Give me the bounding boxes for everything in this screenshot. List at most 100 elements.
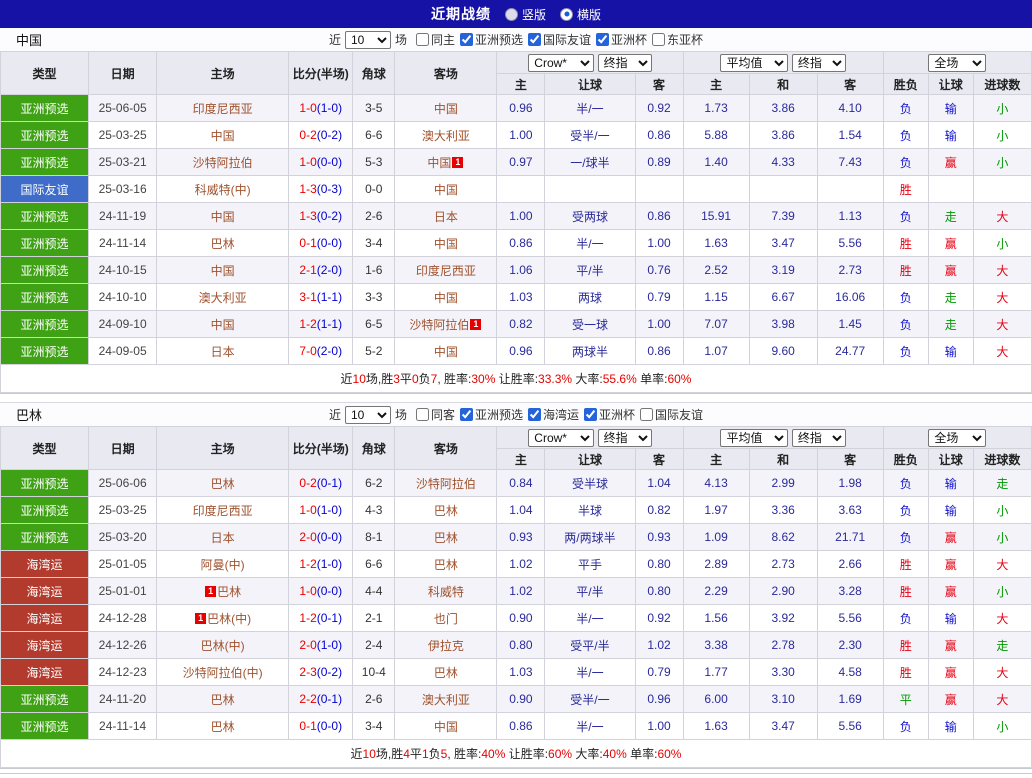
bookmaker-select[interactable]: Crow* [528,428,595,447]
away-team-name[interactable]: 中国 [434,291,458,305]
league-filter-checkbox-input[interactable] [459,33,473,46]
eu-draw-odds: 2.78 [748,631,818,659]
away-team-name[interactable]: 中国 [434,237,458,251]
league-filter-checkbox-input[interactable] [415,33,429,46]
home-team-name[interactable]: 巴林 [211,237,235,251]
asian-period-select[interactable]: 终指 [597,53,652,72]
eu-home-odds: 15.91 [682,202,750,230]
home-team-name[interactable]: 巴林 [211,693,235,707]
away-team-name[interactable]: 巴林 [434,558,458,572]
home-team-name[interactable]: 印度尼西亚 [193,102,253,116]
home-team-name[interactable]: 日本 [211,345,235,359]
col-header-home: 主场 [156,426,290,470]
ah-home-odds: 0.86 [496,229,546,257]
result-handicap: 走 [927,202,974,230]
away-team-name[interactable]: 中国 [434,102,458,116]
result-handicap: 赢 [927,523,974,551]
home-team-name[interactable]: 巴林(中) [201,639,245,653]
eu-away-odds: 2.30 [816,631,884,659]
fulltime-score: 1-0 [299,101,317,115]
home-team-name[interactable]: 印度尼西亚 [193,504,253,518]
euro-source-select[interactable]: 平均值 [720,53,789,72]
away-team-name[interactable]: 沙特阿拉伯 [409,318,469,332]
away-team-name[interactable]: 澳大利亚 [422,129,470,143]
euro-source-select[interactable]: 平均值 [720,428,789,447]
home-team-name[interactable]: 巴林 [211,477,235,491]
league-filter-checkbox-input[interactable] [459,408,473,421]
away-team-name[interactable]: 中国 [434,720,458,734]
radio-horizontal-layout[interactable]: 横版 [560,6,601,23]
league-filter-checkbox[interactable]: 国际友谊 [528,31,591,48]
league-filter-checkbox[interactable]: 亚洲杯 [584,406,635,423]
summary-segment: 近 [350,747,363,761]
away-team-name[interactable]: 澳大利亚 [422,693,470,707]
league-filter-checkbox[interactable]: 海湾运 [528,406,579,423]
league-filter-checkbox-input[interactable] [596,33,610,46]
home-team-name[interactable]: 中国 [211,210,235,224]
away-team-name[interactable]: 伊拉克 [428,639,464,653]
league-filter-checkbox-input[interactable] [584,408,598,421]
result-handicap: 输 [927,604,974,632]
league-filter-checkbox[interactable]: 亚洲预选 [459,406,523,423]
away-team-name[interactable]: 科威特 [428,585,464,599]
home-team-cell: 中国 [156,310,290,338]
home-team-name[interactable]: 巴林(中) [207,612,251,626]
asian-period-select[interactable]: 终指 [597,428,652,447]
home-team-cell: 澳大利亚 [156,283,290,311]
radio-vertical-layout[interactable]: 竖版 [504,6,546,23]
home-team-name[interactable]: 沙特阿拉伯(中) [183,666,263,680]
home-team-name[interactable]: 中国 [211,318,235,332]
league-filter-checkbox-input[interactable] [415,408,429,421]
away-team-name[interactable]: 沙特阿拉伯 [416,477,476,491]
league-filter-checkbox[interactable]: 同主 [415,31,455,48]
bookmaker-select[interactable]: Crow* [528,53,595,72]
eu-away-odds: 5.56 [816,712,884,740]
home-team-name[interactable]: 日本 [211,531,235,545]
fulltime-score: 1-0 [299,155,317,169]
result-handicap: 赢 [927,229,974,257]
league-filter-checkbox[interactable]: 亚洲杯 [596,31,647,48]
recent-count-select[interactable]: 10 [344,30,391,49]
result-outcome: 负 [882,310,929,338]
eu-draw-odds: 3.86 [748,94,818,122]
league-filter-checkbox-input[interactable] [528,33,541,46]
home-team-name[interactable]: 巴林 [211,720,235,734]
result-goals: 大 [972,202,1032,230]
away-team-name[interactable]: 也门 [434,612,458,626]
away-team-name[interactable]: 中国 [427,156,451,170]
league-filter-checkbox-input[interactable] [652,33,666,46]
away-team-name[interactable]: 巴林 [434,666,458,680]
away-team-name[interactable]: 中国 [434,183,458,197]
result-outcome: 胜 [882,550,929,578]
euro-period-select[interactable]: 终指 [791,428,846,447]
scope-select[interactable]: 全场 [928,53,987,72]
recent-count-select[interactable]: 10 [344,405,391,424]
home-team-name[interactable]: 阿曼(中) [201,558,245,572]
fulltime-score: 1-3 [299,182,317,196]
away-team-name[interactable]: 中国 [434,345,458,359]
league-filter-checkbox[interactable]: 亚洲预选 [459,31,523,48]
team-section: 巴林 近 10 场 同客 亚洲预选 海湾运 亚洲杯 国际友谊 类型 日期 主场 … [0,402,1032,769]
away-team-name[interactable]: 巴林 [434,531,458,545]
home-team-name[interactable]: 巴林 [217,585,241,599]
league-badge: 亚洲预选 [0,712,90,740]
league-filter-checkbox[interactable]: 同客 [415,406,455,423]
league-filter-checkbox[interactable]: 东亚杯 [652,31,703,48]
scope-select[interactable]: 全场 [928,428,987,447]
league-filter-checkbox-input[interactable] [640,408,654,421]
home-team-name[interactable]: 澳大利亚 [199,291,247,305]
euro-period-select[interactable]: 终指 [791,53,846,72]
col-header-result: 胜负 [882,448,929,470]
home-team-name[interactable]: 沙特阿拉伯 [193,156,253,170]
league-filter-checkbox-input[interactable] [528,408,541,421]
away-team-name[interactable]: 日本 [434,210,458,224]
match-date: 25-06-06 [88,469,158,497]
eu-home-odds: 1.40 [682,148,750,176]
home-team-name[interactable]: 中国 [211,129,235,143]
summary-segment: 33.3% [538,372,573,386]
home-team-name[interactable]: 中国 [211,264,235,278]
league-filter-checkbox[interactable]: 国际友谊 [640,406,703,423]
away-team-name[interactable]: 巴林 [434,504,458,518]
away-team-name[interactable]: 印度尼西亚 [416,264,476,278]
home-team-name[interactable]: 科威特(中) [195,183,251,197]
